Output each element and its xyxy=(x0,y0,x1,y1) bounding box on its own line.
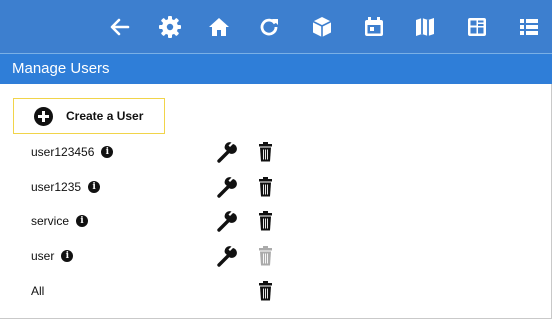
home-icon[interactable] xyxy=(204,12,234,42)
wrench-icon[interactable] xyxy=(216,176,238,198)
list-icon[interactable] xyxy=(514,12,544,42)
user-row: All xyxy=(0,281,552,314)
top-toolbar xyxy=(0,0,552,53)
create-user-label: Create a User xyxy=(66,109,144,123)
info-icon[interactable]: i xyxy=(101,146,114,158)
map-icon[interactable] xyxy=(410,12,440,42)
info-icon[interactable]: i xyxy=(76,215,89,227)
dashboard-icon[interactable] xyxy=(462,12,492,42)
user-row: user123456 i xyxy=(0,142,552,175)
info-icon[interactable]: i xyxy=(88,181,101,193)
trash-icon[interactable] xyxy=(259,281,272,301)
back-arrow-icon[interactable] xyxy=(104,12,134,42)
create-user-button[interactable]: Create a User xyxy=(13,98,165,134)
user-row: service i xyxy=(0,211,552,244)
page-title: Manage Users xyxy=(0,54,552,84)
trash-icon[interactable] xyxy=(259,211,272,231)
plus-circle-icon xyxy=(34,107,53,126)
wrench-icon[interactable] xyxy=(216,245,238,267)
user-name: user1235 xyxy=(31,180,82,194)
cube-icon[interactable] xyxy=(307,12,337,42)
gear-icon[interactable] xyxy=(155,12,185,42)
wrench-icon[interactable] xyxy=(216,141,238,163)
trash-icon[interactable] xyxy=(259,142,272,162)
trash-icon-disabled xyxy=(259,246,272,266)
user-name: user123456 xyxy=(31,145,95,159)
info-icon[interactable]: i xyxy=(61,250,74,262)
user-row: user i xyxy=(0,246,552,279)
trash-icon[interactable] xyxy=(259,177,272,197)
refresh-icon[interactable] xyxy=(254,12,284,42)
user-name: All xyxy=(31,284,45,298)
calendar-icon[interactable] xyxy=(359,12,389,42)
user-row: user1235 i xyxy=(0,177,552,210)
wrench-icon[interactable] xyxy=(216,210,238,232)
user-name: service xyxy=(31,214,70,228)
user-name: user xyxy=(31,249,55,263)
